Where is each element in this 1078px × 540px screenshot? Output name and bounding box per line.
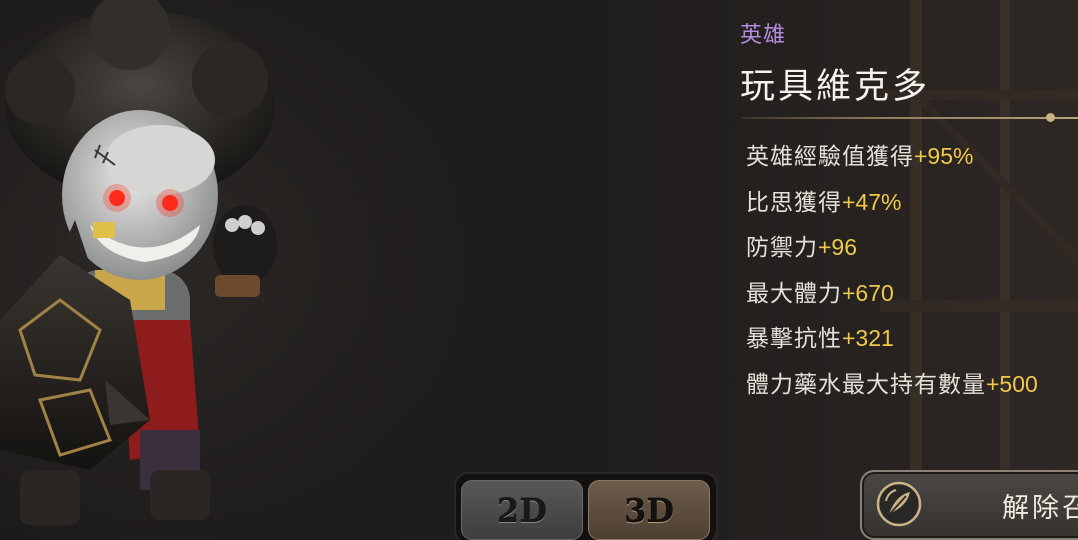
view-mode-toggle: 2D 3D: [454, 472, 718, 540]
stat-row: 體力藥水最大持有數量+500: [746, 363, 1038, 409]
view-3d-button[interactable]: 3D: [588, 480, 710, 540]
hero-character-model[interactable]: [0, 0, 300, 540]
view-2d-button[interactable]: 2D: [461, 480, 583, 540]
stat-label: 英雄經驗值獲得: [746, 144, 914, 170]
hero-stats-list: 英雄經驗值獲得+95% 比思獲得+47% 防禦力+96 最大體力+670 暴擊抗…: [746, 135, 1038, 408]
stat-row: 英雄經驗值獲得+95%: [746, 135, 1038, 181]
stat-row: 最大體力+670: [746, 272, 1038, 318]
stat-label: 防禦力: [746, 235, 818, 261]
stat-row: 防禦力+96: [746, 226, 1038, 272]
stat-value: +96: [818, 234, 858, 260]
hero-detail-screen: 英雄 玩具維克多 英雄經驗值獲得+95% 比思獲得+47% 防禦力+96 最大體…: [0, 0, 1078, 540]
stat-value: +95%: [914, 143, 974, 169]
divider-ornament: [1046, 113, 1055, 122]
stat-label: 暴擊抗性: [746, 326, 842, 352]
stat-value: +500: [986, 370, 1038, 397]
stat-row: 比思獲得+47%: [746, 181, 1038, 227]
stat-value: +670: [842, 279, 894, 306]
hero-name: 玩具維克多: [740, 67, 931, 107]
feather-quill-icon: [876, 481, 922, 527]
unequip-label: 解除召: [1002, 493, 1078, 524]
unequip-button[interactable]: 解除召: [860, 470, 1078, 540]
stat-row: 暴擊抗性+321: [746, 317, 1038, 363]
stat-label: 比思獲得: [746, 189, 842, 216]
stat-label: 最大體力: [746, 280, 842, 307]
hero-category-label: 英雄: [740, 23, 787, 48]
title-divider: [742, 117, 1078, 119]
stat-value: +47%: [842, 188, 902, 215]
stat-value: +321: [842, 325, 894, 351]
stat-label: 體力藥水最大持有數量: [746, 371, 986, 398]
